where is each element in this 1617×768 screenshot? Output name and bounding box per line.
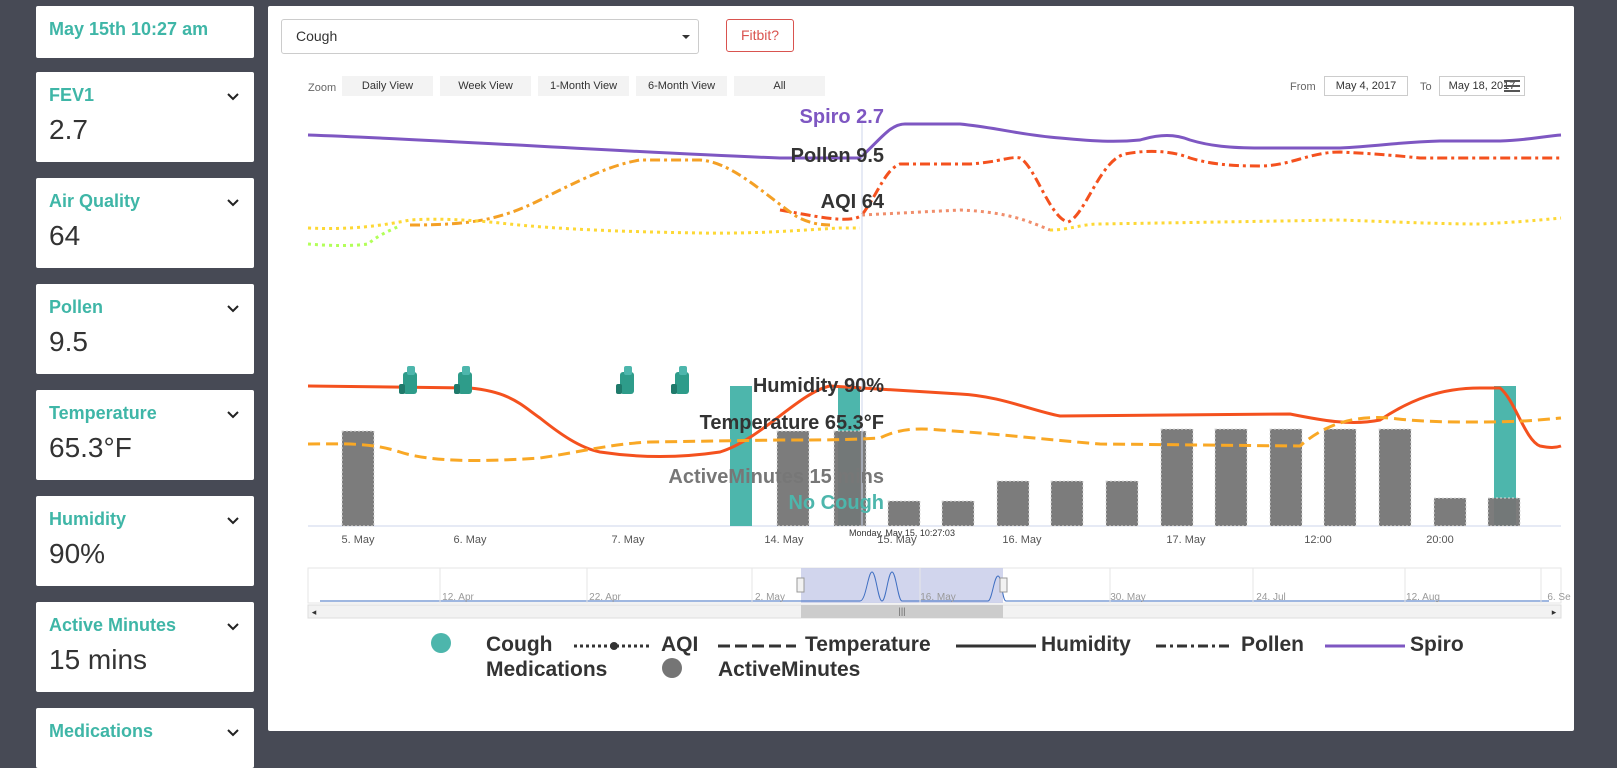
card-label: Air Quality [49,191,141,211]
card-label: Active Minutes [49,615,177,635]
zoom-all-button[interactable]: All [734,76,825,96]
chevron-down-icon[interactable] [226,620,240,634]
chevron-down-icon[interactable] [226,514,240,528]
active-minutes-card[interactable]: Active Minutes 15 mins [36,602,254,692]
card-value: 65.3°F [49,432,132,463]
zoom-1month-button[interactable]: 1-Month View [538,76,629,96]
card-value: 9.5 [49,326,88,357]
symptom-select-value: Cough [296,28,338,44]
from-date-input[interactable]: May 4, 2017 [1324,76,1408,96]
card-label: FEV1 [49,85,95,105]
card-value: 64 [49,220,81,251]
to-label: To [1420,81,1432,93]
card-label: Temperature [49,403,157,423]
zoom-label: Zoom [308,82,337,94]
humidity-card[interactable]: Humidity 90% [36,496,254,586]
chart-panel: Cough Fitbit? Zoom Daily View Week View … [268,6,1574,731]
symptom-select[interactable]: Cough [281,19,699,54]
pollen-card[interactable]: Pollen 9.5 [36,284,254,374]
zoom-week-button[interactable]: Week View [440,76,531,96]
from-label: From [1290,81,1316,93]
chevron-down-icon[interactable] [226,726,240,740]
air-quality-card[interactable]: Air Quality 64 [36,178,254,268]
card-label: Pollen [49,297,104,317]
chevron-down-icon[interactable] [226,408,240,422]
card-value: 2.7 [49,114,88,145]
card-value: 90% [49,538,106,569]
chevron-down-icon[interactable] [226,90,240,104]
zoom-6month-button[interactable]: 6-Month View [636,76,727,96]
fev1-card[interactable]: FEV1 2.7 [36,72,254,162]
card-label: Humidity [49,509,127,529]
medications-card[interactable]: Medications [36,708,254,768]
chevron-down-icon[interactable] [226,196,240,210]
card-value: 15 mins [49,644,148,675]
caret-down-icon [682,35,690,39]
datetime-label: May 15th 10:27 am [49,19,209,39]
card-label: Medications [49,721,154,741]
hamburger-menu-icon[interactable] [1504,80,1520,94]
datetime-card: May 15th 10:27 am [36,6,254,58]
chevron-down-icon[interactable] [226,302,240,316]
temperature-card[interactable]: Temperature 65.3°F [36,390,254,480]
fitbit-button[interactable]: Fitbit? [726,19,794,52]
zoom-daily-button[interactable]: Daily View [342,76,433,96]
